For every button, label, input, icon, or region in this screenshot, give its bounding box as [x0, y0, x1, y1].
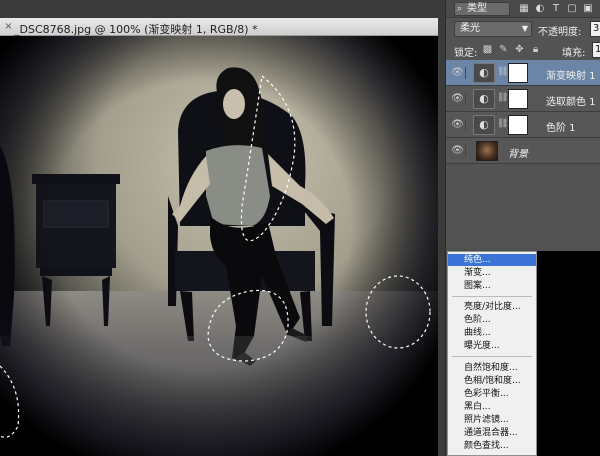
lock-position-icon[interactable]: ✥: [514, 44, 525, 55]
adjustment-layer-icon[interactable]: ◐: [473, 89, 495, 109]
layer-mask-thumbnail[interactable]: [508, 89, 528, 109]
layer-mask-thumbnail[interactable]: [508, 115, 528, 135]
panel-empty-area: [537, 251, 600, 456]
blend-mode-value: 柔光: [460, 23, 480, 34]
lock-label: 锁定:: [454, 48, 478, 59]
layer-mask-thumbnail[interactable]: [508, 63, 528, 83]
vignette: [0, 36, 438, 456]
opacity-field[interactable]: 30: [590, 21, 600, 37]
photoshop-window: × _DSC8768.jpg @ 100% (渐变映射 1, RGB/8) *: [0, 0, 600, 456]
image-canvas[interactable]: [0, 36, 438, 456]
menu-item-gradient[interactable]: 渐变...: [448, 267, 536, 279]
adjustment-layer-icon[interactable]: ◐: [473, 63, 495, 83]
panel-divider[interactable]: [438, 0, 445, 456]
menu-item-black-white[interactable]: 黑白...: [448, 401, 536, 413]
lock-all-icon[interactable]: 🔒︎: [530, 44, 541, 55]
blend-mode-select[interactable]: 柔光 ▼: [454, 21, 532, 37]
adjustment-filter-icon[interactable]: ◐: [534, 3, 546, 15]
menu-item-color-lookup[interactable]: 颜色查找...: [448, 440, 536, 452]
kind-filter-select[interactable]: ⌕ 类型: [454, 2, 510, 16]
photo: [0, 36, 438, 456]
new-adjustment-layer-menu: 纯色... 渐变... 图案... 亮度/对比度... 色阶... 曲线... …: [447, 251, 537, 456]
lock-row: 锁定: ▩ ✎ ✥ 🔒︎ 填充: 10: [446, 40, 600, 60]
lock-transparency-icon[interactable]: ▩: [482, 44, 493, 55]
visibility-eye-icon[interactable]: 👁︎: [450, 93, 466, 105]
chevron-down-icon: ▼: [521, 24, 528, 33]
link-icon: ⛓︎: [497, 119, 509, 129]
link-icon: ⛓︎: [497, 67, 509, 77]
image-filter-icon[interactable]: ▦: [518, 3, 530, 15]
document-title: _DSC8768.jpg @ 100% (渐变映射 1, RGB/8) *: [14, 23, 258, 36]
menu-item-solid-color[interactable]: 纯色...: [448, 254, 536, 266]
opacity-label: 不透明度:: [538, 27, 582, 38]
document-top-strip: [0, 0, 438, 18]
menu-item-hue-saturation[interactable]: 色相/饱和度...: [448, 375, 536, 387]
close-tab-icon[interactable]: ×: [3, 21, 14, 32]
kind-filter-label: 类型: [467, 3, 487, 14]
layer-name[interactable]: 色阶 1: [546, 119, 576, 134]
menu-item-levels[interactable]: 色阶...: [448, 314, 536, 326]
lock-pixels-icon[interactable]: ✎: [498, 44, 509, 55]
menu-separator: [452, 296, 532, 297]
visibility-eye-icon[interactable]: 👁︎: [450, 145, 466, 157]
layer-row-background[interactable]: 👁︎ 背景: [446, 138, 600, 164]
layer-row-selective-color[interactable]: 👁︎ ◐ ⛓︎ 选取颜色 1: [446, 86, 600, 112]
fill-field[interactable]: 10: [592, 42, 600, 58]
adjustment-layer-icon[interactable]: ◐: [473, 115, 495, 135]
layer-row-levels[interactable]: 👁︎ ◐ ⛓︎ 色阶 1: [446, 112, 600, 138]
menu-item-exposure[interactable]: 曝光度...: [448, 340, 536, 352]
fill-label: 填充:: [562, 48, 586, 59]
menu-item-channel-mixer[interactable]: 通道混合器...: [448, 427, 536, 439]
layer-name[interactable]: 背景: [508, 145, 528, 160]
document-window: × _DSC8768.jpg @ 100% (渐变映射 1, RGB/8) *: [0, 0, 438, 456]
menu-item-color-balance[interactable]: 色彩平衡...: [448, 388, 536, 400]
blend-row: 柔光 ▼ 不透明度: 30: [446, 18, 600, 40]
layer-name[interactable]: 渐变映射 1: [546, 67, 596, 82]
layer-filter-bar: ⌕ 类型 ▦ ◐ T ▢ ▣: [446, 0, 600, 18]
visibility-eye-icon[interactable]: 👁︎: [450, 67, 466, 79]
menu-item-photo-filter[interactable]: 照片滤镜...: [448, 414, 536, 426]
document-tab-bar[interactable]: × _DSC8768.jpg @ 100% (渐变映射 1, RGB/8) *: [0, 18, 438, 36]
smart-object-filter-icon[interactable]: ▣: [582, 3, 594, 15]
shape-filter-icon[interactable]: ▢: [566, 3, 578, 15]
link-icon: ⛓︎: [497, 93, 509, 103]
type-filter-icon[interactable]: T: [550, 3, 562, 15]
menu-separator: [452, 356, 532, 357]
layer-name[interactable]: 选取颜色 1: [546, 93, 596, 108]
menu-item-curves[interactable]: 曲线...: [448, 327, 536, 339]
menu-item-vibrance[interactable]: 自然饱和度...: [448, 362, 536, 374]
search-icon: ⌕: [457, 4, 463, 14]
layer-row-gradient-map[interactable]: 👁︎ ◐ ⛓︎ 渐变映射 1: [446, 60, 600, 86]
menu-item-brightness-contrast[interactable]: 亮度/对比度...: [448, 301, 536, 313]
visibility-eye-icon[interactable]: 👁︎: [450, 119, 466, 131]
background-thumbnail[interactable]: [476, 141, 498, 161]
menu-item-pattern[interactable]: 图案...: [448, 280, 536, 292]
